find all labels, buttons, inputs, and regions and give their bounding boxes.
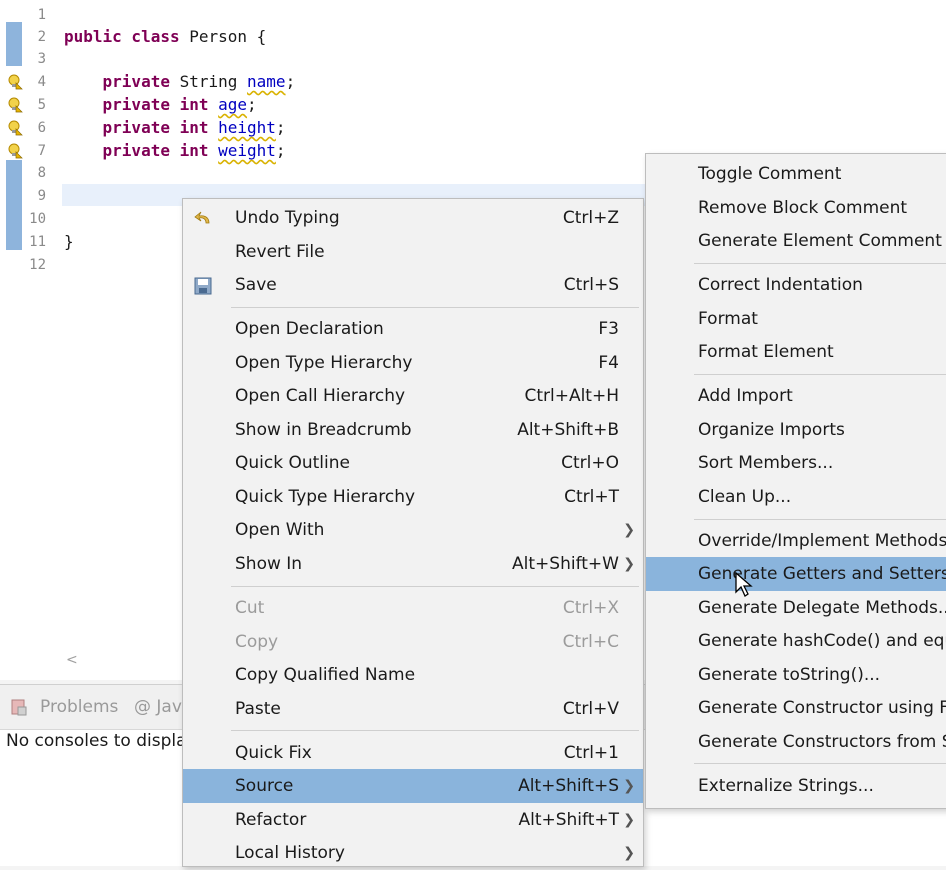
menu-item-cut[interactable]: Cut Ctrl+X xyxy=(183,591,643,625)
console-message: No consoles to displa xyxy=(6,731,187,751)
submenu-item-generate-element-comment[interactable]: Generate Element Comment xyxy=(646,224,946,258)
code-line: 1 xyxy=(0,4,600,26)
line-number: 7 xyxy=(37,143,46,159)
code-line: 3 xyxy=(0,48,600,70)
context-menu: Undo Typing Ctrl+Z Revert File Save Ctrl+S… xyxy=(182,198,644,867)
scroll-left-icon[interactable]: < xyxy=(66,652,78,668)
line-number: 10 xyxy=(29,211,46,227)
chevron-right-icon: ❯ xyxy=(623,812,635,828)
menu-item-show-in-breadcrumb[interactable]: Show in Breadcrumb Alt+Shift+B xyxy=(183,413,643,447)
menu-separator xyxy=(231,307,639,308)
submenu-item-correct-indentation[interactable]: Correct Indentation xyxy=(646,268,946,302)
line-number: 6 xyxy=(37,120,46,136)
code-line: 6 private int height; xyxy=(0,117,600,139)
chevron-right-icon: ❯ xyxy=(623,556,635,572)
menu-item-open-type-hierarchy[interactable]: Open Type Hierarchy F4 xyxy=(183,346,643,380)
chevron-right-icon: ❯ xyxy=(623,778,635,794)
menu-item-paste[interactable]: Paste Ctrl+V xyxy=(183,692,643,726)
chevron-right-icon: ❯ xyxy=(623,522,635,538)
submenu-item-add-import[interactable]: Add Import xyxy=(646,379,946,413)
code-text: private String name; xyxy=(102,72,296,91)
menu-item-source[interactable]: Source Alt+Shift+S ❯ xyxy=(183,769,643,803)
line-number: 8 xyxy=(37,165,46,181)
submenu-item-toggle-comment[interactable]: Toggle Comment xyxy=(646,157,946,191)
warning-bulb-icon[interactable] xyxy=(7,74,23,90)
code-line: 7 private int weight; xyxy=(0,140,600,162)
code-line: 8 xyxy=(0,162,600,184)
menu-separator xyxy=(694,374,946,375)
warning-bulb-icon[interactable] xyxy=(7,120,23,136)
submenu-item-clean-up[interactable]: Clean Up... xyxy=(646,480,946,514)
menu-separator xyxy=(231,730,639,731)
code-text: private int weight; xyxy=(102,141,286,160)
save-icon xyxy=(194,277,212,295)
line-number: 11 xyxy=(29,234,46,250)
line-number: 3 xyxy=(37,51,46,67)
line-number: 12 xyxy=(29,257,46,273)
menu-item-revert-file[interactable]: Revert File xyxy=(183,235,643,269)
mouse-cursor-icon xyxy=(735,572,753,597)
submenu-item-format-element[interactable]: Format Element xyxy=(646,335,946,369)
submenu-item-generate-hashcode-equals[interactable]: Generate hashCode() and equa xyxy=(646,624,946,658)
submenu-item-generate-getters-setters[interactable]: Generate Getters and Setters... xyxy=(646,557,946,591)
line-number: 4 xyxy=(37,74,46,90)
menu-item-undo-typing[interactable]: Undo Typing Ctrl+Z xyxy=(183,201,643,235)
undo-icon xyxy=(194,211,210,224)
warning-bulb-icon[interactable] xyxy=(7,143,23,159)
menu-item-open-declaration[interactable]: Open Declaration F3 xyxy=(183,312,643,346)
menu-item-show-in[interactable]: Show In Alt+Shift+W ❯ xyxy=(183,547,643,581)
menu-separator xyxy=(694,763,946,764)
submenu-item-format[interactable]: Format xyxy=(646,302,946,336)
code-text: } xyxy=(64,232,74,251)
code-line: 2 public class Person { xyxy=(0,26,600,48)
menu-item-quick-fix[interactable]: Quick Fix Ctrl+1 xyxy=(183,736,643,770)
code-text: private int height; xyxy=(102,118,286,137)
menu-item-copy-qualified-name[interactable]: Copy Qualified Name xyxy=(183,658,643,692)
code-line: 4 private String name; xyxy=(0,71,600,93)
tab-javadoc[interactable]: @ Jav xyxy=(134,697,182,717)
submenu-item-generate-constructors-superclass[interactable]: Generate Constructors from Su xyxy=(646,725,946,759)
warning-bulb-icon[interactable] xyxy=(7,97,23,113)
line-number: 5 xyxy=(37,97,46,113)
submenu-item-generate-constructor-fields[interactable]: Generate Constructor using Fie xyxy=(646,691,946,725)
line-number: 2 xyxy=(37,29,46,45)
menu-item-quick-type-hierarchy[interactable]: Quick Type Hierarchy Ctrl+T xyxy=(183,480,643,514)
submenu-item-generate-delegate-methods[interactable]: Generate Delegate Methods... xyxy=(646,591,946,625)
menu-separator xyxy=(694,519,946,520)
menu-item-quick-outline[interactable]: Quick Outline Ctrl+O xyxy=(183,446,643,480)
menu-separator xyxy=(694,263,946,264)
code-text: public class Person { xyxy=(64,27,267,46)
code-line: 5 private int age; xyxy=(0,94,600,116)
submenu-item-sort-members[interactable]: Sort Members... xyxy=(646,446,946,480)
menu-item-open-with[interactable]: Open With ❯ xyxy=(183,513,643,547)
code-text: private int age; xyxy=(102,95,257,114)
submenu-item-remove-block-comment[interactable]: Remove Block Comment xyxy=(646,191,946,225)
submenu-item-override-implement-methods[interactable]: Override/Implement Methods... xyxy=(646,524,946,558)
menu-item-save[interactable]: Save Ctrl+S xyxy=(183,268,643,302)
menu-item-open-call-hierarchy[interactable]: Open Call Hierarchy Ctrl+Alt+H xyxy=(183,379,643,413)
source-submenu: Toggle Comment Remove Block Comment Gene… xyxy=(645,153,946,809)
menu-item-copy[interactable]: Copy Ctrl+C xyxy=(183,625,643,659)
tab-problems[interactable]: Problems xyxy=(40,697,118,717)
submenu-item-organize-imports[interactable]: Organize Imports xyxy=(646,413,946,447)
menu-item-refactor[interactable]: Refactor Alt+Shift+T ❯ xyxy=(183,803,643,837)
line-number: 9 xyxy=(37,188,46,204)
line-number: 1 xyxy=(37,7,46,23)
menu-separator xyxy=(231,586,639,587)
problems-icon xyxy=(11,699,27,716)
submenu-item-externalize-strings[interactable]: Externalize Strings... xyxy=(646,769,946,803)
submenu-item-generate-tostring[interactable]: Generate toString()... xyxy=(646,658,946,692)
